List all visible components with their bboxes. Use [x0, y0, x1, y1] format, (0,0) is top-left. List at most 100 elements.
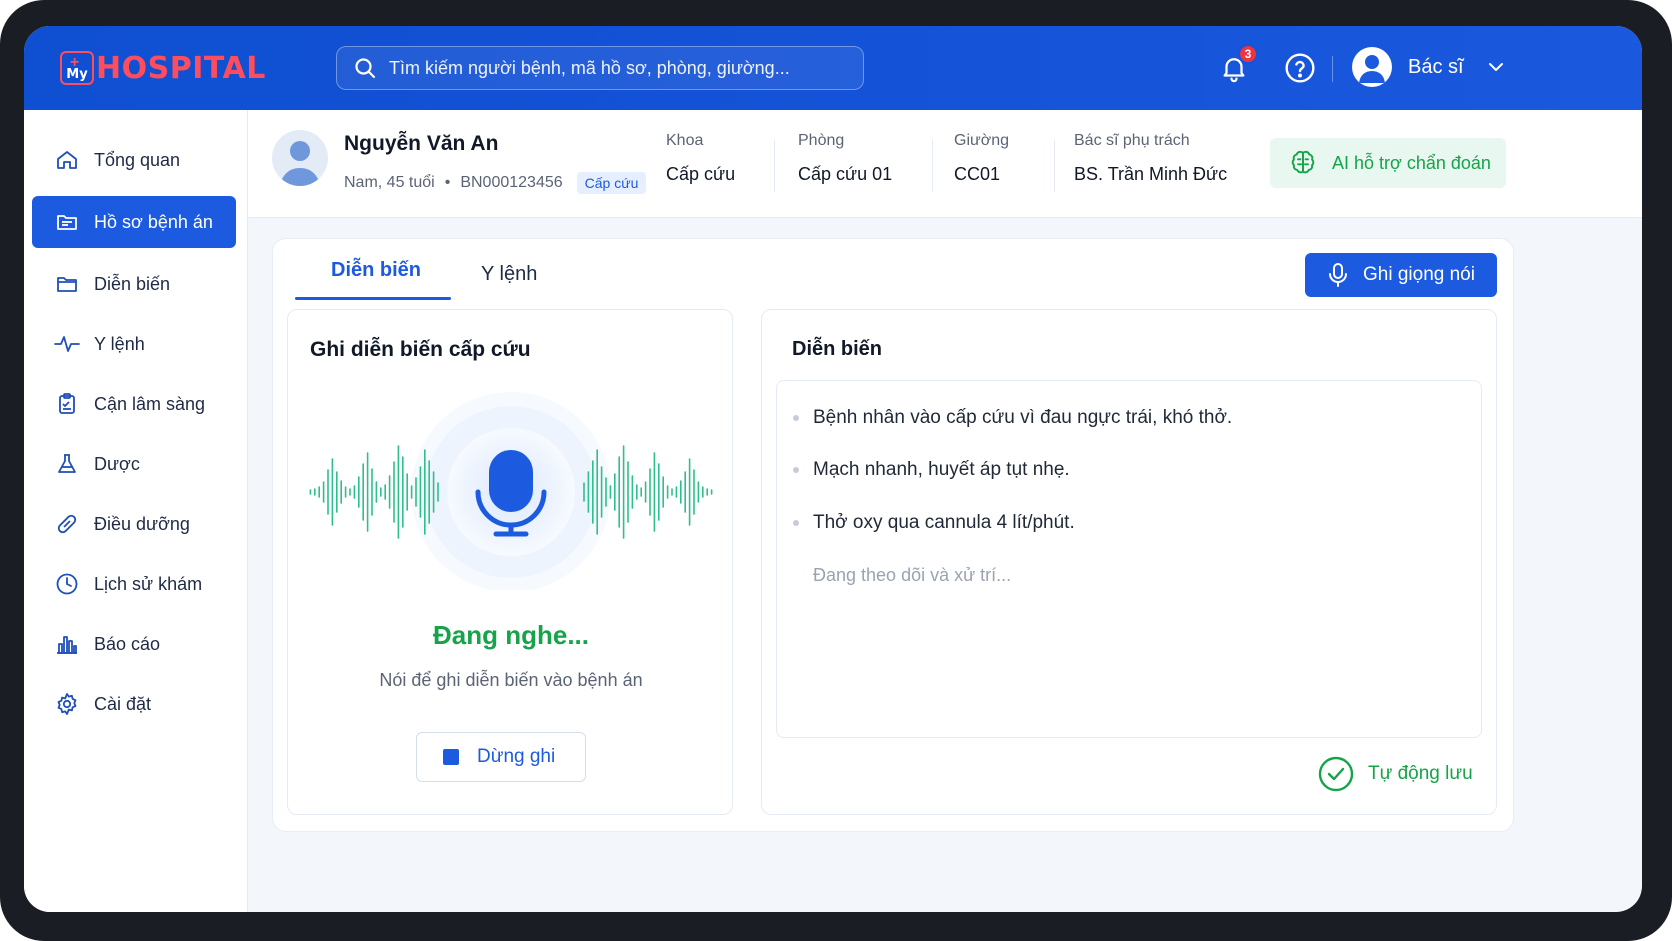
user-avatar — [1352, 47, 1392, 87]
clipboard-icon — [54, 391, 80, 417]
app-logo[interactable]: + My HOSPITAL — [60, 46, 266, 90]
note-text: Thở oxy qua cannula 4 lít/phút. — [813, 512, 1075, 533]
bandage-icon — [54, 511, 80, 537]
help-icon — [1285, 53, 1315, 83]
autosave-label: Tự động lưu — [1368, 763, 1473, 784]
notes-editor[interactable]: Bệnh nhân vào cấp cứu vì đau ngực trái, … — [776, 380, 1482, 738]
sidebar-item-paraclinical[interactable]: Cận lâm sàng — [32, 378, 236, 430]
search-bar[interactable] — [336, 46, 864, 90]
bullet — [793, 415, 799, 421]
info-label: Phòng — [798, 132, 845, 149]
info-value: BS. Trần Minh Đức — [1074, 164, 1228, 184]
folder-outline-icon — [54, 271, 80, 297]
patient-user-icon — [280, 141, 320, 186]
user-name: Bác sĩ — [1408, 55, 1464, 78]
notes-title: Diễn biến — [792, 338, 883, 360]
tab-orders[interactable]: Y lệnh — [481, 263, 537, 305]
info-value: Cấp cứu — [666, 164, 736, 184]
sidebar-item-label: Điều dưỡng — [94, 513, 190, 534]
microphone-icon — [1329, 263, 1347, 287]
sidebar-item-label: Cài đặt — [94, 693, 152, 714]
user-icon — [1359, 55, 1385, 83]
logo-mark: + My — [60, 51, 94, 85]
sidebar-item-label: Y lệnh — [94, 333, 145, 354]
meta-separator: • — [444, 174, 451, 191]
patient-info-bar: Nguyễn Văn An Nam, 45 tuổi • BN000123456… — [248, 110, 1642, 218]
tab-progress[interactable]: Diễn biến — [331, 259, 421, 301]
sidebar: Tổng quan Hồ sơ bệnh án Diễn biến Y lệnh… — [24, 110, 248, 912]
note-text: Mạch nhanh, huyết áp tụt nhẹ. — [813, 459, 1070, 480]
listening-status: Đang nghe... — [433, 620, 589, 650]
sidebar-item-progress[interactable]: Diễn biến — [32, 258, 236, 310]
audio-waveform — [309, 392, 713, 592]
sidebar-item-label: Cận lâm sàng — [94, 393, 206, 414]
info-bed: Giường CC01 — [954, 132, 1009, 185]
notification-button[interactable]: 3 — [1214, 44, 1258, 88]
bar-chart-icon — [54, 631, 80, 657]
bullet — [793, 467, 799, 473]
sidebar-item-history[interactable]: Lịch sử khám — [32, 558, 236, 610]
info-room: Phòng Cấp cứu 01 — [798, 132, 892, 185]
note-text: Bệnh nhân vào cấp cứu vì đau ngực trái, … — [813, 407, 1233, 428]
patient-avatar — [272, 130, 328, 186]
note-item: Mạch nhanh, huyết áp tụt nhẹ. — [793, 459, 1070, 481]
patient-meta: Nam, 45 tuổi • BN000123456 Cấp cứu — [344, 172, 647, 194]
pulse-icon — [54, 331, 80, 357]
ai-button-label: AI hỗ trợ chẩn đoán — [1332, 152, 1491, 173]
main-card: Diễn biến Y lệnh Ghi giọng nói Ghi diễn … — [272, 238, 1514, 832]
patient-demographics: Nam, 45 tuổi — [344, 174, 435, 191]
header-divider — [1332, 56, 1333, 82]
info-label: Giường — [954, 132, 1009, 149]
logo-text: HOSPITAL — [96, 50, 266, 86]
sidebar-item-label: Báo cáo — [94, 633, 161, 654]
info-doctor: Bác sĩ phụ trách BS. Trần Minh Đức — [1074, 132, 1227, 185]
app-screen: + My HOSPITAL 3 Bác sĩ Tổng q — [24, 26, 1642, 912]
note-placeholder: Đang theo dõi và xử trí... — [813, 565, 1012, 585]
recorder-title: Ghi diễn biến cấp cứu — [310, 338, 531, 361]
progress-notes-panel: Diễn biến Bệnh nhân vào cấp cứu vì đau n… — [761, 309, 1497, 815]
sidebar-item-orders[interactable]: Y lệnh — [32, 318, 236, 370]
info-divider — [932, 140, 933, 192]
emergency-tag: Cấp cứu — [576, 172, 647, 194]
home-icon — [54, 147, 80, 173]
sidebar-item-label: Dược — [94, 453, 140, 474]
info-label: Khoa — [666, 132, 704, 149]
voice-record-button[interactable]: Ghi giọng nói — [1305, 253, 1497, 297]
user-menu[interactable]: Bác sĩ — [1352, 44, 1506, 90]
top-bar: + My HOSPITAL 3 Bác sĩ — [24, 26, 1642, 110]
check-circle-icon — [1318, 756, 1354, 792]
info-divider — [774, 140, 775, 192]
info-value: Cấp cứu 01 — [798, 164, 893, 184]
flask-icon — [54, 451, 80, 477]
sidebar-item-nursing[interactable]: Điều dưỡng — [32, 498, 236, 550]
sidebar-item-medical-records[interactable]: Hồ sơ bệnh án — [32, 196, 236, 248]
chevron-down-icon — [1488, 63, 1503, 71]
stop-recording-button[interactable]: Dừng ghi — [416, 732, 586, 782]
device-frame: + My HOSPITAL 3 Bác sĩ Tổng q — [0, 0, 1672, 941]
sidebar-item-pharmacy[interactable]: Dược — [32, 438, 236, 490]
recording-visualizer — [288, 390, 734, 592]
folder-icon — [54, 209, 80, 235]
notification-badge: 3 — [1238, 44, 1258, 64]
sidebar-item-label: Lịch sử khám — [94, 573, 203, 594]
help-button[interactable] — [1280, 48, 1320, 88]
tab-active-indicator — [295, 297, 451, 300]
ai-diagnosis-button[interactable]: AI hỗ trợ chẩn đoán — [1270, 138, 1506, 188]
note-item: Bệnh nhân vào cấp cứu vì đau ngực trái, … — [793, 407, 1232, 429]
search-input[interactable] — [389, 57, 849, 79]
sidebar-item-settings[interactable]: Cài đặt — [32, 678, 236, 730]
clock-icon — [54, 571, 80, 597]
sidebar-item-reports[interactable]: Báo cáo — [32, 618, 236, 670]
recorder-hint: Nói để ghi diễn biến vào bệnh án — [379, 670, 643, 690]
voice-button-label: Ghi giọng nói — [1363, 264, 1475, 285]
info-label: Bác sĩ phụ trách — [1074, 132, 1190, 149]
patient-name: Nguyễn Văn An — [344, 132, 499, 155]
sidebar-item-label: Diễn biến — [94, 273, 171, 294]
info-divider — [1054, 140, 1055, 192]
stop-button-label: Dừng ghi — [477, 746, 556, 767]
stop-icon — [443, 749, 459, 765]
bullet — [793, 520, 799, 526]
search-icon — [355, 58, 376, 79]
note-item: Thở oxy qua cannula 4 lít/phút. — [793, 512, 1075, 534]
sidebar-item-overview[interactable]: Tổng quan — [32, 134, 236, 186]
